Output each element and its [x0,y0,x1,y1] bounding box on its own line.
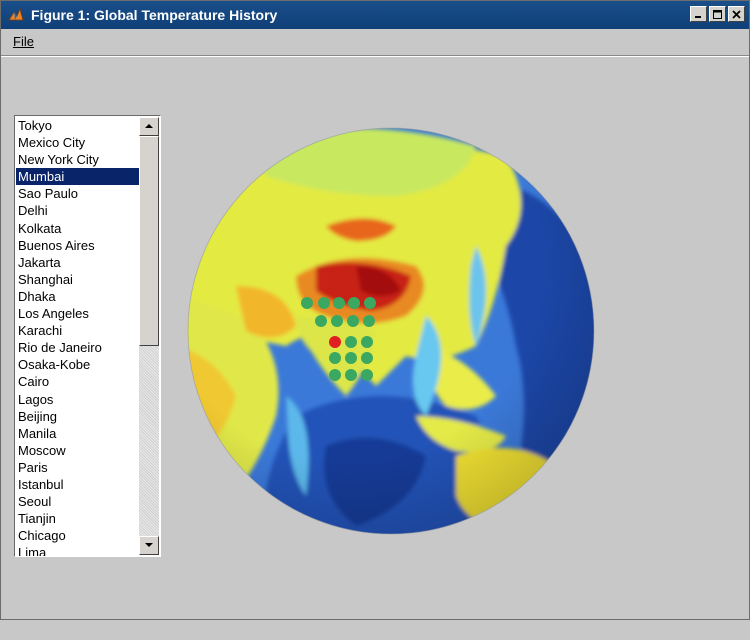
list-item[interactable]: Manila [16,425,139,442]
list-item[interactable]: Lima [16,544,139,556]
list-item[interactable]: Lagos [16,391,139,408]
grid-marker [345,352,357,364]
list-item[interactable]: Chicago [16,527,139,544]
selected-city-marker [329,336,341,348]
grid-marker [348,297,360,309]
city-list: Tokyo Mexico City New York City Mumbai Sao P… [16,117,139,556]
grid-marker [329,369,341,381]
grid-marker [361,352,373,364]
list-item[interactable]: Paris [16,459,139,476]
arrow-up-icon [145,124,153,128]
matlab-logo-icon [8,7,24,21]
menu-file[interactable]: File [13,34,34,49]
list-item[interactable]: Seoul [16,493,139,510]
menu-bar: File [1,29,749,56]
list-item[interactable]: Sao Paulo [16,185,139,202]
maximize-icon[interactable] [709,6,726,22]
grid-marker [315,315,327,327]
list-item[interactable]: Osaka-Kobe [16,356,139,373]
list-item[interactable]: Istanbul [16,476,139,493]
scroll-up-button[interactable] [139,117,159,136]
globe-plot[interactable] [176,116,606,546]
list-item[interactable]: New York City [16,151,139,168]
arrow-down-icon [145,543,153,547]
minimize-icon[interactable] [690,6,707,22]
grid-marker [333,297,345,309]
list-item[interactable]: Karachi [16,322,139,339]
list-item[interactable]: Tianjin [16,510,139,527]
grid-marker [318,297,330,309]
city-listbox[interactable]: Tokyo Mexico City New York City Mumbai Sao P… [14,115,161,557]
close-icon[interactable] [728,6,745,22]
grid-marker [364,297,376,309]
grid-marker [361,369,373,381]
list-item[interactable]: Beijing [16,408,139,425]
list-item[interactable]: Kolkata [16,220,139,237]
list-item[interactable]: Jakarta [16,254,139,271]
list-item[interactable]: Mexico City [16,134,139,151]
list-item[interactable]: Los Angeles [16,305,139,322]
list-item[interactable]: Moscow [16,442,139,459]
grid-marker [331,315,343,327]
list-item[interactable]: Dhaka [16,288,139,305]
list-item[interactable]: Cairo [16,373,139,390]
scroll-thumb[interactable] [139,136,159,346]
grid-marker [329,352,341,364]
grid-marker [345,369,357,381]
grid-marker [363,315,375,327]
grid-marker [345,336,357,348]
title-bar[interactable]: Figure 1: Global Temperature History [1,1,749,29]
list-item[interactable]: Delhi [16,202,139,219]
list-item[interactable]: Mumbai [16,168,139,186]
figure-window: Figure 1: Global Temperature History Fil… [0,0,750,620]
grid-marker [361,336,373,348]
globe-surface [188,128,594,534]
scroll-down-button[interactable] [139,536,159,555]
grid-marker [301,297,313,309]
list-item[interactable]: Shanghai [16,271,139,288]
grid-marker [347,315,359,327]
window-title: Figure 1: Global Temperature History [31,7,278,23]
list-scrollbar[interactable] [139,117,159,555]
list-item[interactable]: Tokyo [16,117,139,134]
list-item[interactable]: Buenos Aires [16,237,139,254]
list-item[interactable]: Rio de Janeiro [16,339,139,356]
